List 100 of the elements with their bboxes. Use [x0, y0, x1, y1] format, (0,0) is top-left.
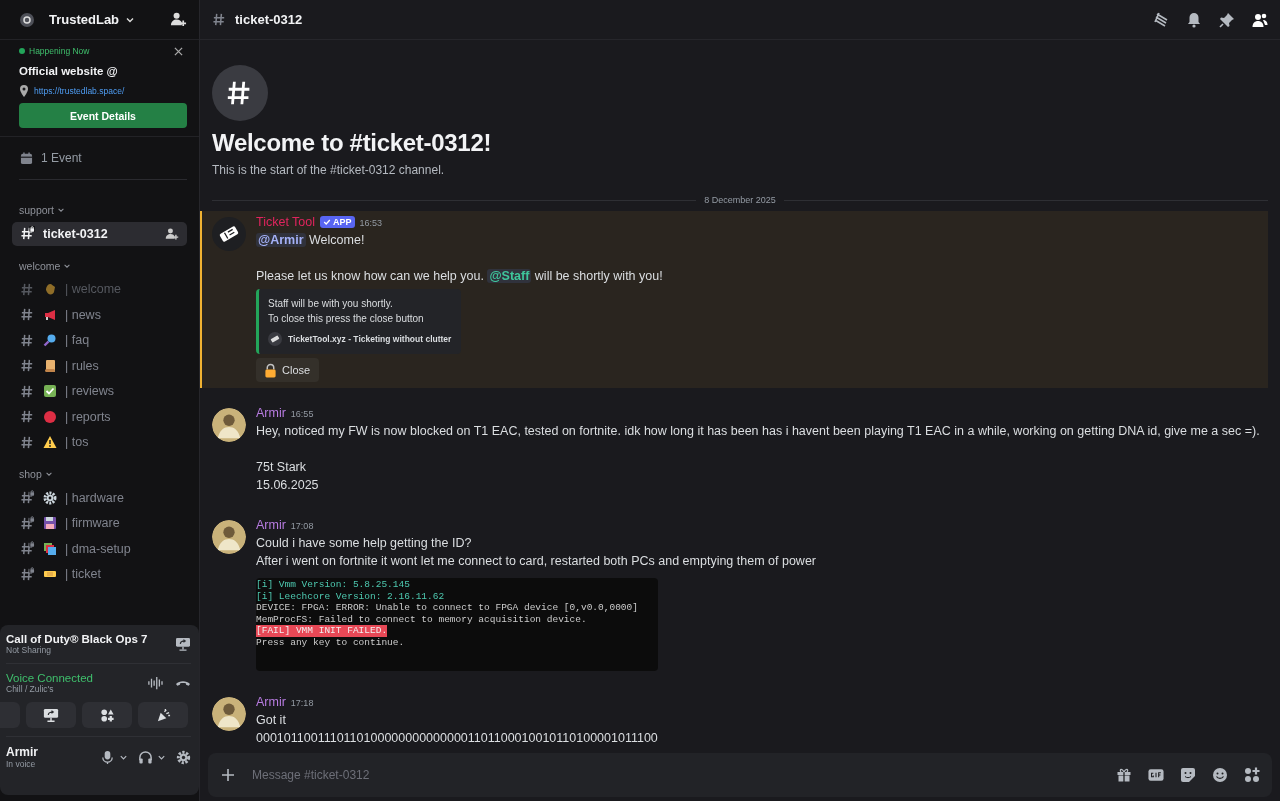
message-field[interactable]: Message #ticket-0312: [250, 767, 1102, 783]
channel-name: | welcome: [65, 282, 123, 296]
mention-link[interactable]: @Armir: [256, 233, 306, 247]
add-member-icon[interactable]: [165, 226, 179, 241]
author-name[interactable]: Armir: [256, 695, 286, 709]
megaphone-icon: [43, 307, 57, 322]
channel-item[interactable]: | reviews: [12, 379, 187, 403]
channel-item[interactable]: | hardware: [12, 485, 187, 510]
add-member-icon[interactable]: [170, 11, 187, 28]
event-details-button[interactable]: Event Details: [19, 103, 187, 128]
message-time: 16:55: [290, 409, 314, 419]
screen-share-button[interactable]: [26, 702, 76, 728]
pin-icon[interactable]: [1219, 11, 1235, 28]
sound-wave-icon[interactable]: [147, 676, 163, 690]
message-time: 17:08: [290, 521, 314, 531]
circle-icon: [43, 409, 57, 424]
lock-icon: [264, 362, 277, 378]
author-name[interactable]: Armir: [256, 406, 286, 420]
channel-item[interactable]: | reports: [12, 404, 187, 429]
author-name[interactable]: Ticket Tool: [256, 215, 316, 229]
activities-button[interactable]: [82, 702, 132, 728]
scroll-icon: [43, 358, 57, 373]
voice-channel-name[interactable]: Chill / Zulic's: [6, 684, 135, 694]
gear-icon: [43, 490, 57, 505]
channel-item[interactable]: | faq: [12, 328, 187, 352]
checkmark-icon: [43, 384, 57, 398]
category-header[interactable]: support: [0, 198, 199, 220]
message-time: 17:18: [290, 698, 314, 708]
soundboard-button[interactable]: [138, 702, 188, 728]
channel-name: | reports: [65, 409, 112, 424]
plus-icon[interactable]: [220, 767, 236, 783]
bot-avatar: [212, 217, 246, 251]
party-popper-icon: [155, 707, 171, 723]
channel-item[interactable]: | dma-setup: [12, 536, 187, 561]
channel-name: | dma-setup: [65, 541, 132, 556]
calendar-icon: [20, 151, 33, 165]
bell-icon[interactable]: [1186, 11, 1202, 28]
channel-item[interactable]: ticket-0312: [12, 221, 187, 246]
settings-icon[interactable]: [176, 749, 191, 765]
close-button[interactable]: Close: [256, 358, 320, 382]
category-header[interactable]: welcome: [0, 253, 199, 276]
emoji-icon[interactable]: [1212, 767, 1228, 783]
channel-name: | reviews: [65, 384, 116, 398]
check-icon: [323, 218, 332, 226]
member-list-icon[interactable]: [1252, 11, 1268, 28]
category-header[interactable]: shop: [0, 462, 199, 484]
user-status: In voice: [6, 759, 37, 769]
gift-icon[interactable]: [1116, 767, 1132, 783]
microphone-icon[interactable]: [100, 749, 115, 765]
sticker-icon[interactable]: [1180, 767, 1196, 783]
server-icon: [19, 11, 35, 28]
welcome-subtitle: This is the start of the #ticket-0312 channel.: [212, 163, 446, 177]
console-line: DEVICE: FPGA: ERROR: Unable to connect to FPGA device [0,v0.0,0000]: [256, 602, 638, 614]
message-time: 16:53: [359, 218, 383, 228]
channel-item[interactable]: | news: [12, 302, 187, 327]
event-status: Happening Now: [29, 46, 90, 56]
stacked-cards-icon: [43, 541, 57, 556]
activity-subtitle: Not Sharing: [6, 645, 52, 655]
user-avatar: [212, 697, 246, 731]
threads-icon[interactable]: [1153, 11, 1169, 28]
channel-hash-badge: [212, 65, 268, 121]
channel-item[interactable]: | rules: [12, 353, 187, 378]
voice-status: Voice Connected: [6, 672, 94, 684]
channel-name: | hardware: [65, 490, 125, 505]
user-avatar: [212, 520, 246, 554]
message-text: Could i have some help getting the ID?: [256, 535, 472, 552]
screen-share-icon[interactable]: [175, 637, 191, 651]
event-link[interactable]: https://trustedlab.space/: [34, 86, 125, 96]
mention-link[interactable]: @Staff: [487, 269, 532, 283]
channel-item[interactable]: | tos: [12, 430, 187, 454]
headphones-icon[interactable]: [138, 749, 153, 765]
live-dot: [19, 48, 25, 54]
message-composer[interactable]: Message #ticket-0312: [208, 753, 1272, 797]
activity-title: Call of Duty® Black Ops 7: [6, 633, 148, 645]
warning-icon: [43, 435, 57, 449]
screen-share-icon: [43, 707, 59, 723]
message-text: 00010110011101101000000000000001101100010010110100001011100: [256, 730, 658, 747]
event-title: Official website @: [19, 65, 119, 77]
channel-name: | rules: [65, 358, 100, 373]
events-row[interactable]: 1 Event: [0, 137, 199, 179]
magnifier-icon: [43, 333, 57, 347]
gif-icon[interactable]: [1148, 767, 1164, 783]
location-pin-icon: [19, 85, 29, 97]
server-header[interactable]: TrustedLab: [0, 0, 199, 40]
channel-name: | ticket: [65, 567, 102, 581]
channel-name: | faq: [65, 333, 91, 347]
chevron-icon: [57, 206, 66, 214]
message-text: @Armir Welcome!: [256, 232, 365, 249]
apps-icon[interactable]: [1244, 767, 1260, 783]
embed-text: To close this press the close button: [268, 312, 425, 326]
message-text: 15.06.2025: [256, 477, 319, 494]
channel-name: | tos: [65, 435, 90, 449]
channel-item[interactable]: | ticket: [12, 562, 187, 586]
author-name[interactable]: Armir: [256, 518, 286, 532]
channel-item[interactable]: | firmware: [12, 511, 187, 535]
embed-footer: TicketTool.xyz - Ticketing without clutter: [288, 334, 452, 344]
console-line: [i] Leechcore Version: 2.16.11.62: [256, 590, 445, 602]
console-line: Press any key to continue.: [256, 636, 405, 648]
date-divider: 8 December 2025: [704, 195, 776, 205]
close-icon[interactable]: [174, 46, 183, 56]
